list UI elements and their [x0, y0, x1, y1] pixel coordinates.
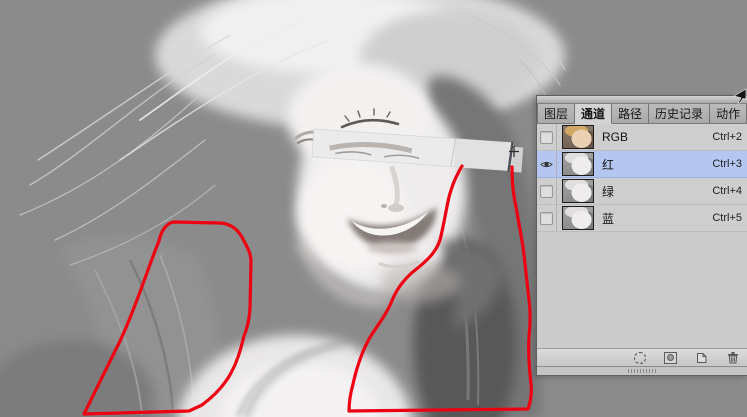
visibility-toggle-red[interactable]: [537, 151, 557, 177]
channel-thumbnail-blue[interactable]: [562, 206, 594, 230]
new-channel-icon[interactable]: [695, 351, 708, 364]
mouse-cursor-icon: [731, 88, 747, 104]
channel-shortcut: Ctrl+4: [712, 185, 742, 197]
channel-shortcut: Ctrl+3: [712, 158, 742, 170]
panel-tab-bar: 图层 通道 路径 历史记录 动作: [537, 104, 747, 124]
mask-glyph: [664, 352, 677, 364]
channel-name: RGB: [602, 130, 712, 144]
new-page-glyph: [695, 352, 708, 364]
channel-row-red[interactable]: 红 Ctrl+3: [537, 151, 747, 178]
tab-actions[interactable]: 动作: [710, 104, 747, 123]
eye-icon: [540, 160, 553, 169]
tab-channels[interactable]: 通道: [575, 104, 612, 124]
visibility-toggle-green[interactable]: [537, 178, 557, 204]
channel-thumbnail-green[interactable]: [562, 179, 594, 203]
channel-shortcut: Ctrl+5: [712, 212, 742, 224]
channel-shortcut: Ctrl+2: [712, 131, 742, 143]
tab-layers[interactable]: 图层: [537, 104, 575, 123]
trash-glyph: [727, 351, 739, 364]
save-selection-as-channel-icon[interactable]: [664, 351, 677, 364]
panel-resize-grip[interactable]: [628, 369, 656, 373]
channel-name: 蓝: [602, 210, 712, 227]
channel-row-green[interactable]: 绿 Ctrl+4: [537, 178, 747, 205]
eye-off-well: [540, 212, 553, 225]
channels-panel: 图层 通道 路径 历史记录 动作 RGB Ctrl+2: [536, 95, 747, 376]
panel-resize-strip: [537, 366, 747, 375]
visibility-toggle-blue[interactable]: [537, 205, 557, 231]
visibility-toggle-rgb[interactable]: [537, 124, 557, 150]
eye-off-well: [540, 185, 553, 198]
channel-thumbnail-red[interactable]: [562, 152, 594, 176]
panel-empty-area: [537, 232, 747, 348]
tab-history[interactable]: 历史记录: [649, 104, 710, 123]
eye-off-well: [540, 131, 553, 144]
channel-thumbnail-rgb[interactable]: [562, 125, 594, 149]
photoshop-workspace: 图层 通道 路径 历史记录 动作 RGB Ctrl+2: [0, 0, 747, 417]
tab-paths[interactable]: 路径: [612, 104, 649, 123]
channel-name: 红: [602, 156, 712, 173]
channel-list: RGB Ctrl+2 红 Ctrl+3 绿: [537, 124, 747, 232]
channel-row-blue[interactable]: 蓝 Ctrl+5: [537, 205, 747, 232]
channel-name: 绿: [602, 183, 712, 200]
load-channel-as-selection-icon[interactable]: [633, 351, 646, 364]
panel-drag-bar[interactable]: [537, 96, 747, 104]
delete-channel-icon[interactable]: [726, 351, 739, 364]
channel-row-rgb[interactable]: RGB Ctrl+2: [537, 124, 747, 151]
panel-footer: [537, 348, 747, 366]
dashed-circle-glyph: [634, 352, 646, 364]
